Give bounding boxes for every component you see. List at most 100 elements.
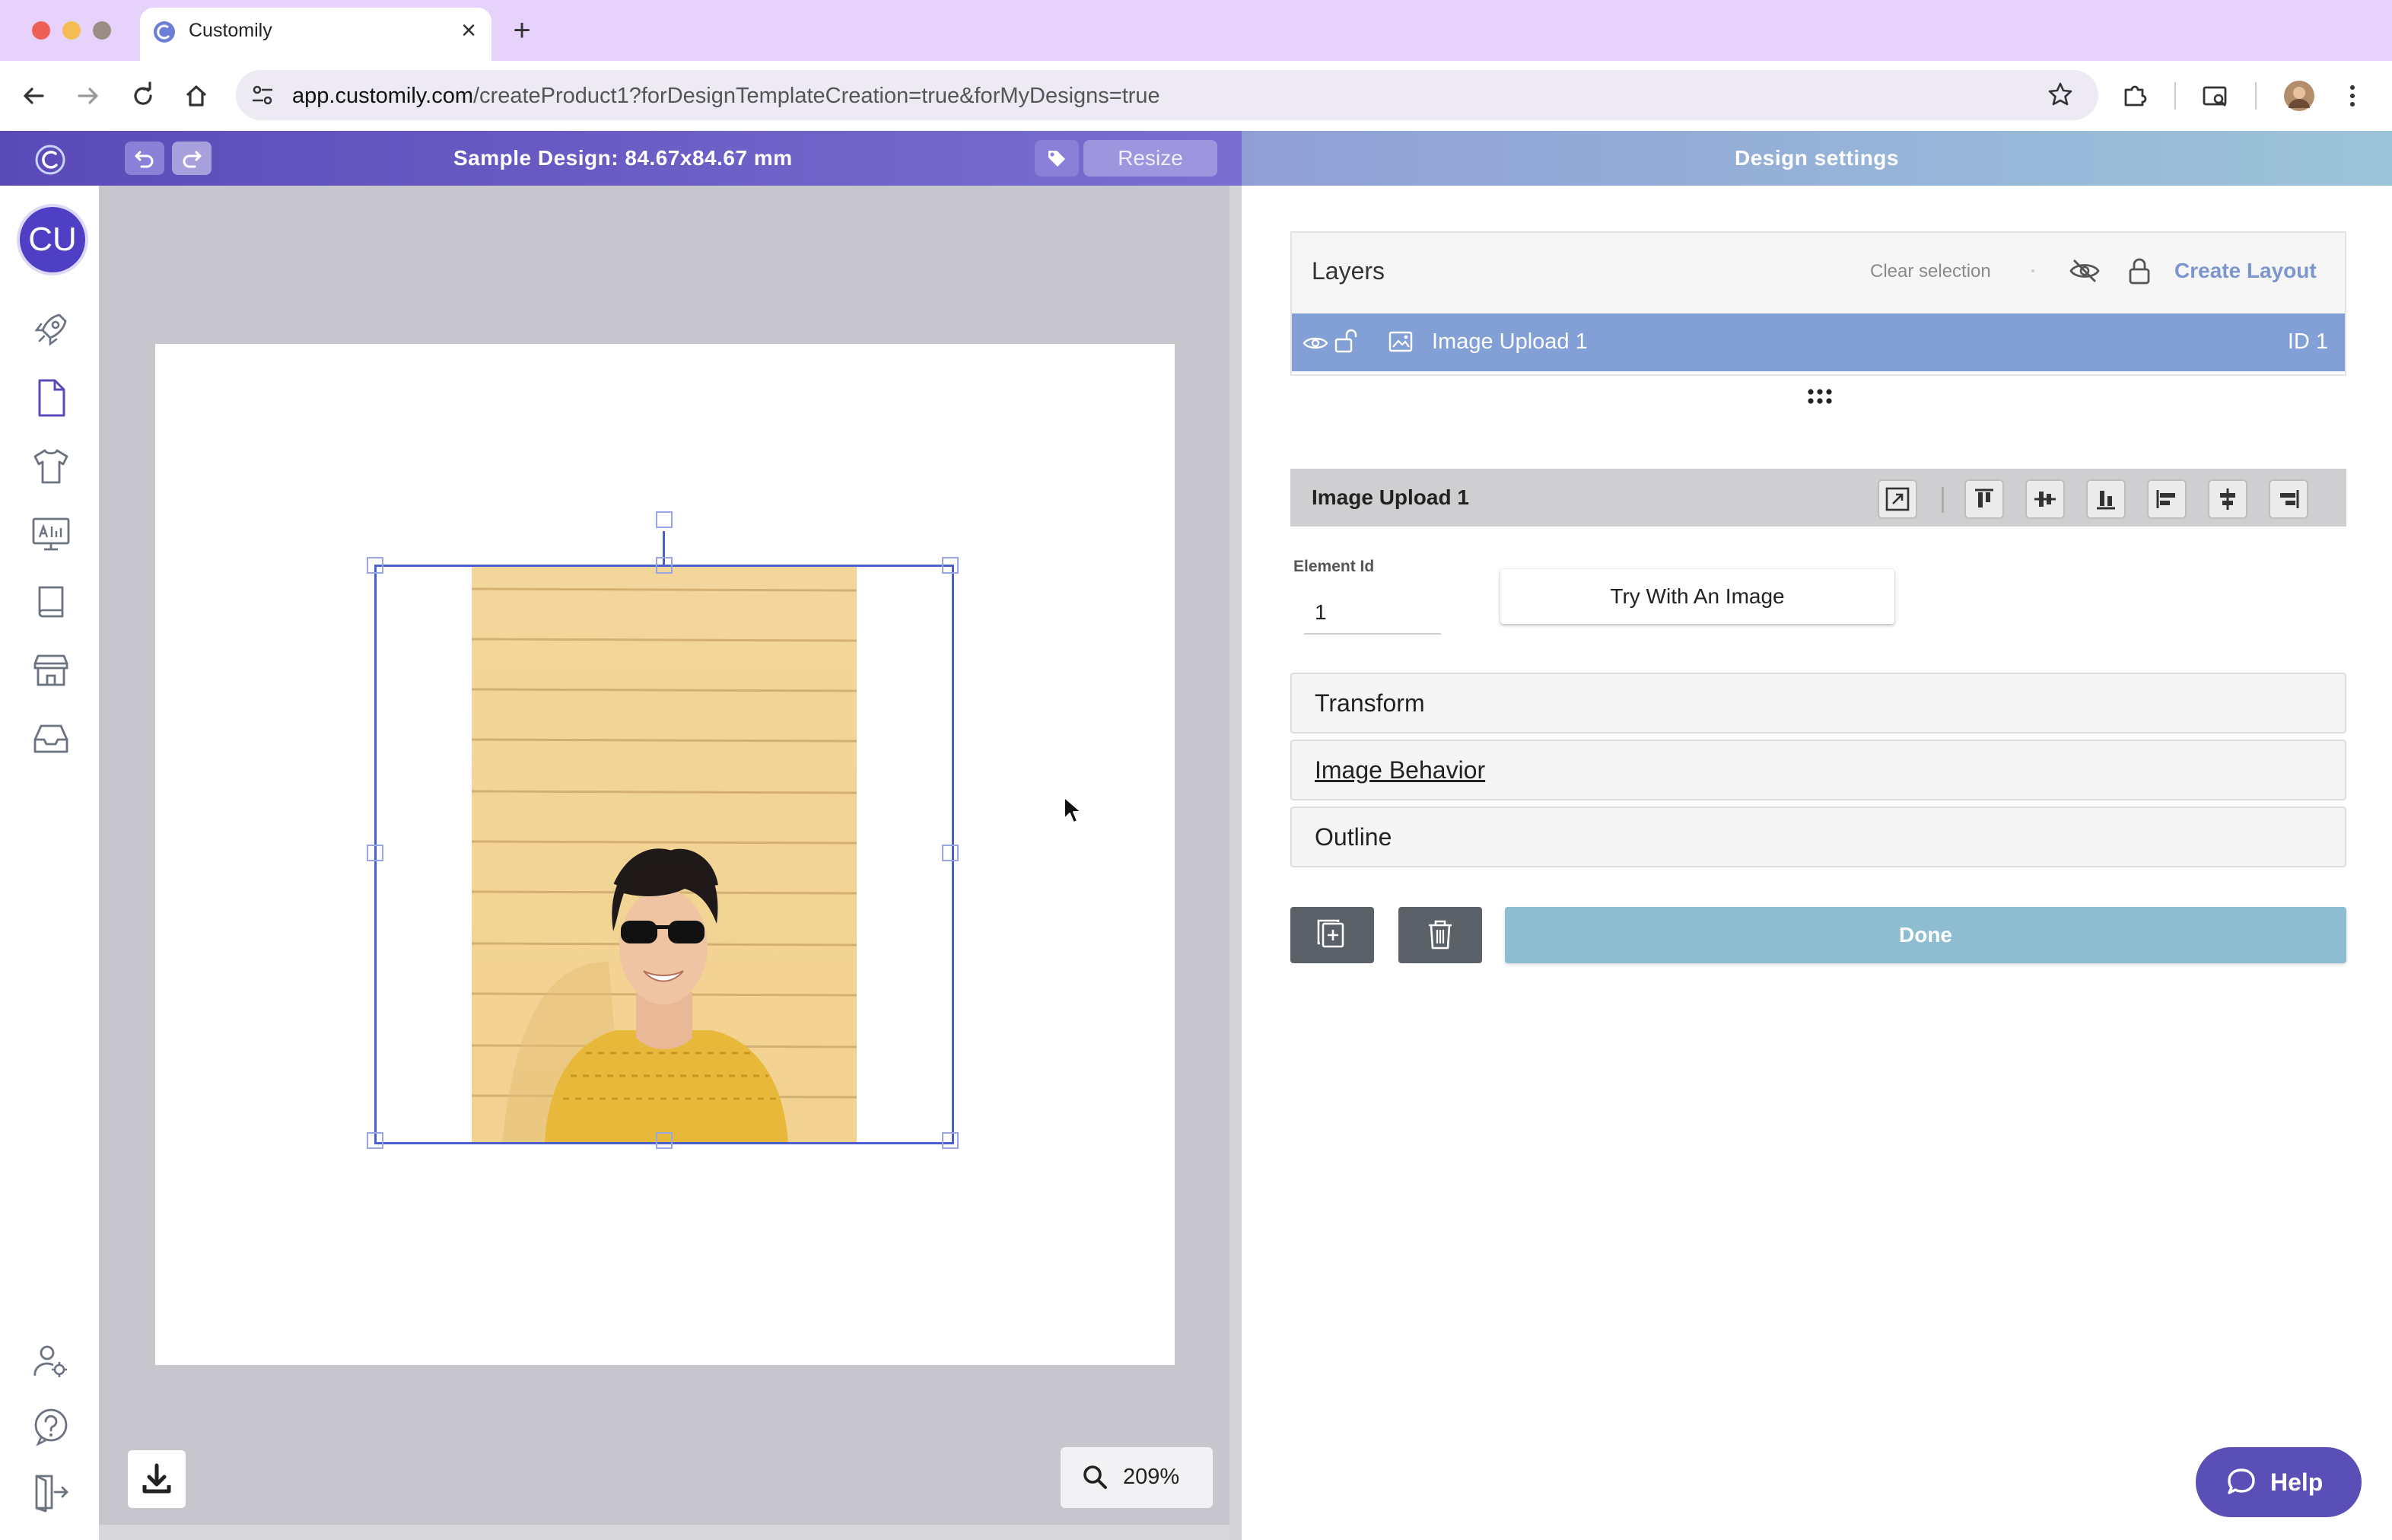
back-arrow-icon[interactable] [18, 81, 49, 111]
clear-selection-link[interactable]: Clear selection [1870, 260, 1991, 283]
home-icon[interactable] [181, 81, 212, 111]
profile-avatar-icon[interactable] [2282, 79, 2316, 113]
align-top-icon [1975, 488, 1993, 508]
align-top-button[interactable] [1964, 479, 2004, 519]
image-behavior-section-label: Image Behavior [1315, 756, 1486, 784]
align-right-icon [2280, 490, 2299, 508]
align-left-icon [2156, 490, 2175, 508]
user-settings-icon[interactable] [29, 1339, 73, 1383]
align-vertical-center-icon [2034, 492, 2056, 507]
help-label: Help [2270, 1468, 2324, 1496]
redo-button[interactable] [172, 142, 212, 175]
display-templates-icon[interactable] [29, 511, 73, 555]
undo-icon [135, 151, 154, 168]
try-with-image-button[interactable]: Try With An Image [1500, 569, 1894, 624]
resize-handle-left[interactable] [367, 845, 383, 861]
create-layout-link[interactable]: Create Layout [2174, 257, 2317, 285]
canvas-horizontal-scrollbar[interactable] [99, 1525, 1229, 1540]
site-settings-icon[interactable] [248, 81, 277, 110]
align-horizontal-center-icon [2220, 488, 2235, 510]
fit-to-canvas-icon [1885, 487, 1910, 511]
browser-menu-icon[interactable] [2337, 81, 2368, 111]
design-title: Sample Design: 84.67x84.67 mm [453, 146, 793, 170]
tshirt-icon[interactable] [29, 444, 73, 488]
duplicate-icon [1317, 919, 1344, 948]
element-id-input[interactable] [1304, 592, 1441, 635]
layer-visibility-eye-icon[interactable] [1303, 330, 1328, 356]
resize-handle-bottom-left[interactable] [367, 1132, 383, 1149]
inbox-icon[interactable] [29, 717, 73, 761]
resize-handle-top-right[interactable] [942, 557, 959, 574]
book-icon[interactable] [29, 580, 73, 624]
download-button[interactable] [128, 1450, 186, 1508]
tab-title: Customily [189, 20, 272, 41]
align-middle-button[interactable] [2025, 479, 2065, 519]
rotate-handle[interactable] [656, 511, 673, 528]
user-avatar[interactable]: CU [17, 204, 88, 275]
tab-search-icon[interactable] [2200, 81, 2231, 111]
resize-handle-bottom-right[interactable] [942, 1132, 959, 1149]
header-dot-separator [2031, 269, 2034, 272]
zoom-magnifier-icon[interactable] [1080, 1462, 1109, 1491]
reload-icon[interactable] [128, 81, 158, 111]
outline-section-label: Outline [1315, 823, 1392, 851]
canvas-vertical-scrollbar[interactable] [1229, 186, 1242, 1540]
tag-button[interactable] [1035, 140, 1079, 177]
tab-close-icon[interactable]: × [453, 15, 484, 46]
layers-title: Layers [1312, 257, 1385, 285]
rocket-icon[interactable] [29, 307, 73, 352]
customily-favicon-icon [154, 21, 175, 43]
done-button[interactable]: Done [1505, 907, 2346, 963]
design-settings-title: Design settings [1735, 146, 1899, 170]
align-center-button[interactable] [2208, 479, 2247, 519]
url-text[interactable]: app.customily.com/createProduct1?forDesi… [292, 82, 1160, 110]
resize-handle-top-left[interactable] [367, 557, 383, 574]
hide-all-eye-off-icon[interactable] [2068, 254, 2101, 288]
layer-unlock-icon[interactable] [1333, 327, 1359, 355]
redo-icon [183, 151, 202, 168]
bookmark-star-icon[interactable] [2045, 79, 2076, 110]
store-icon[interactable] [29, 648, 73, 692]
logout-icon[interactable] [29, 1470, 73, 1514]
download-icon [142, 1463, 171, 1494]
resize-handle-right[interactable] [942, 845, 959, 861]
align-bottom-button[interactable] [2086, 479, 2126, 519]
delete-element-button[interactable] [1398, 907, 1482, 963]
document-icon[interactable] [29, 376, 73, 420]
align-bottom-icon [2097, 491, 2115, 510]
mouse-cursor-icon [1064, 797, 1082, 823]
fit-to-canvas-button[interactable] [1878, 479, 1917, 519]
toolbar-divider [2174, 82, 2176, 110]
outline-section[interactable] [1290, 807, 2346, 867]
lock-all-icon[interactable] [2124, 254, 2155, 288]
extensions-icon[interactable] [2120, 81, 2150, 111]
undo-button[interactable] [125, 142, 164, 175]
new-tab-button[interactable]: + [505, 14, 539, 47]
transform-section[interactable] [1290, 673, 2346, 733]
selection-frame[interactable] [374, 565, 954, 1144]
window-minimize-button[interactable] [62, 21, 81, 40]
zoom-level: 209% [1123, 1465, 1180, 1489]
chat-bubble-icon [2228, 1468, 2255, 1494]
url-host: app.customily.com [292, 84, 473, 108]
toolbar-divider [2255, 82, 2257, 110]
forward-arrow-icon[interactable] [73, 81, 103, 111]
align-left-button[interactable] [2147, 479, 2187, 519]
duplicate-element-button[interactable] [1290, 907, 1374, 963]
resize-button[interactable]: Resize [1083, 140, 1217, 177]
resize-handle-bottom[interactable] [656, 1132, 673, 1149]
layer-name: Image Upload 1 [1432, 329, 1588, 354]
help-question-icon[interactable] [29, 1405, 73, 1449]
window-close-button[interactable] [32, 21, 50, 40]
window-zoom-button[interactable] [93, 21, 111, 40]
resize-handle-top[interactable] [656, 557, 673, 574]
align-right-button[interactable] [2269, 479, 2308, 519]
toolbar-separator [1942, 487, 1944, 513]
tag-icon [1048, 151, 1065, 167]
layer-id: ID 1 [2287, 329, 2328, 354]
customily-logo-icon[interactable] [33, 143, 67, 177]
trash-icon [1429, 920, 1452, 950]
transform-section-label: Transform [1315, 689, 1425, 717]
panel-resize-drag-handle-icon[interactable] [1799, 385, 1841, 408]
element-id-label: Element Id [1293, 558, 1375, 575]
